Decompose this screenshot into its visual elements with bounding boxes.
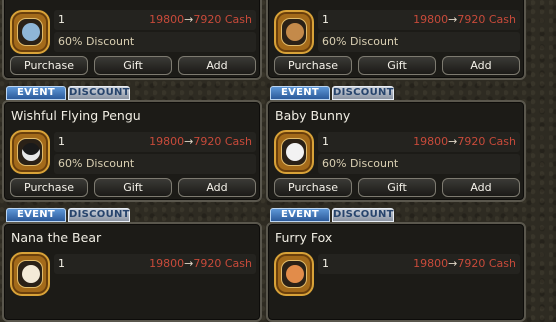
price: 19800→7920 Cash — [149, 257, 252, 270]
item-name: Furry Fox — [275, 230, 333, 245]
item-card: Furry Fox 1 19800→7920 Cash — [266, 222, 526, 322]
event-tab[interactable]: EVENT — [270, 208, 330, 222]
new-price: 7920 Cash — [193, 135, 252, 148]
price: 19800→7920 Cash — [413, 257, 516, 270]
quantity: 1 — [322, 135, 329, 148]
arrow-icon: → — [184, 135, 194, 148]
event-tab[interactable]: EVENT — [6, 208, 66, 222]
discount-label: 60% Discount — [322, 35, 399, 48]
purchase-button[interactable]: Purchase — [10, 56, 88, 75]
gift-button[interactable]: Gift — [358, 178, 436, 197]
pet-icon — [281, 138, 307, 166]
item-icon-frame — [10, 252, 50, 296]
quantity: 1 — [58, 135, 65, 148]
gift-button[interactable]: Gift — [94, 56, 172, 75]
quantity: 1 — [58, 257, 65, 270]
pet-icon — [281, 18, 307, 46]
item-card: Nana the Bear 1 19800→7920 Cash — [2, 222, 262, 322]
pet-icon — [17, 18, 43, 46]
event-tab[interactable]: EVENT — [6, 86, 66, 100]
new-price: 7920 Cash — [193, 13, 252, 26]
price-row: 1 19800→7920 Cash — [54, 10, 256, 30]
price: 19800→7920 Cash — [149, 13, 252, 26]
arrow-icon: → — [448, 257, 458, 270]
arrow-icon: → — [448, 135, 458, 148]
item-icon-frame — [10, 130, 50, 174]
price: 19800→7920 Cash — [413, 13, 516, 26]
item-name: Nana the Bear — [11, 230, 102, 245]
gift-button[interactable]: Gift — [94, 178, 172, 197]
item-icon-frame — [274, 252, 314, 296]
add-button[interactable]: Add — [178, 56, 256, 75]
quantity: 1 — [322, 13, 329, 26]
discount-row: 60% Discount — [54, 32, 256, 52]
old-price: 19800 — [413, 257, 449, 270]
price-row: 1 19800→7920 Cash — [54, 254, 256, 274]
discount-row: 60% Discount — [318, 154, 520, 174]
discount-tab[interactable]: DISCOUNT — [68, 208, 130, 222]
item-icon-frame — [10, 10, 50, 54]
item-icon-frame — [274, 130, 314, 174]
add-button[interactable]: Add — [178, 178, 256, 197]
price-row: 1 19800→7920 Cash — [54, 132, 256, 152]
discount-row: 60% Discount — [318, 32, 520, 52]
item-icon-frame — [274, 10, 314, 54]
pet-icon — [17, 260, 43, 288]
discount-tab[interactable]: DISCOUNT — [68, 86, 130, 100]
quantity: 1 — [58, 13, 65, 26]
item-card: Wishful Flying Pengu 1 19800→7920 Cash 6… — [2, 100, 262, 202]
discount-tab[interactable]: DISCOUNT — [332, 86, 394, 100]
quantity: 1 — [322, 257, 329, 270]
old-price: 19800 — [413, 13, 449, 26]
old-price: 19800 — [149, 257, 185, 270]
new-price: 7920 Cash — [457, 257, 516, 270]
purchase-button[interactable]: Purchase — [10, 178, 88, 197]
arrow-icon: → — [184, 257, 194, 270]
old-price: 19800 — [149, 13, 185, 26]
old-price: 19800 — [413, 135, 449, 148]
item-card: 1 19800→7920 Cash 60% Discount Purchase … — [266, 0, 526, 80]
price-row: 1 19800→7920 Cash — [318, 10, 520, 30]
new-price: 7920 Cash — [457, 135, 516, 148]
pet-icon — [17, 138, 43, 166]
discount-row: 60% Discount — [54, 154, 256, 174]
old-price: 19800 — [149, 135, 185, 148]
pet-icon — [281, 260, 307, 288]
price-row: 1 19800→7920 Cash — [318, 132, 520, 152]
arrow-icon: → — [448, 13, 458, 26]
purchase-button[interactable]: Purchase — [274, 178, 352, 197]
new-price: 7920 Cash — [457, 13, 516, 26]
purchase-button[interactable]: Purchase — [274, 56, 352, 75]
item-name: Baby Bunny — [275, 108, 351, 123]
discount-label: 60% Discount — [58, 35, 135, 48]
new-price: 7920 Cash — [193, 257, 252, 270]
discount-tab[interactable]: DISCOUNT — [332, 208, 394, 222]
arrow-icon: → — [184, 13, 194, 26]
discount-label: 60% Discount — [58, 157, 135, 170]
discount-label: 60% Discount — [322, 157, 399, 170]
event-tab[interactable]: EVENT — [270, 86, 330, 100]
add-button[interactable]: Add — [442, 178, 520, 197]
price: 19800→7920 Cash — [413, 135, 516, 148]
item-card: Baby Bunny 1 19800→7920 Cash 60% Discoun… — [266, 100, 526, 202]
gift-button[interactable]: Gift — [358, 56, 436, 75]
price-row: 1 19800→7920 Cash — [318, 254, 520, 274]
item-name: Wishful Flying Pengu — [11, 108, 141, 123]
add-button[interactable]: Add — [442, 56, 520, 75]
item-card: 1 19800→7920 Cash 60% Discount Purchase … — [2, 0, 262, 80]
price: 19800→7920 Cash — [149, 135, 252, 148]
